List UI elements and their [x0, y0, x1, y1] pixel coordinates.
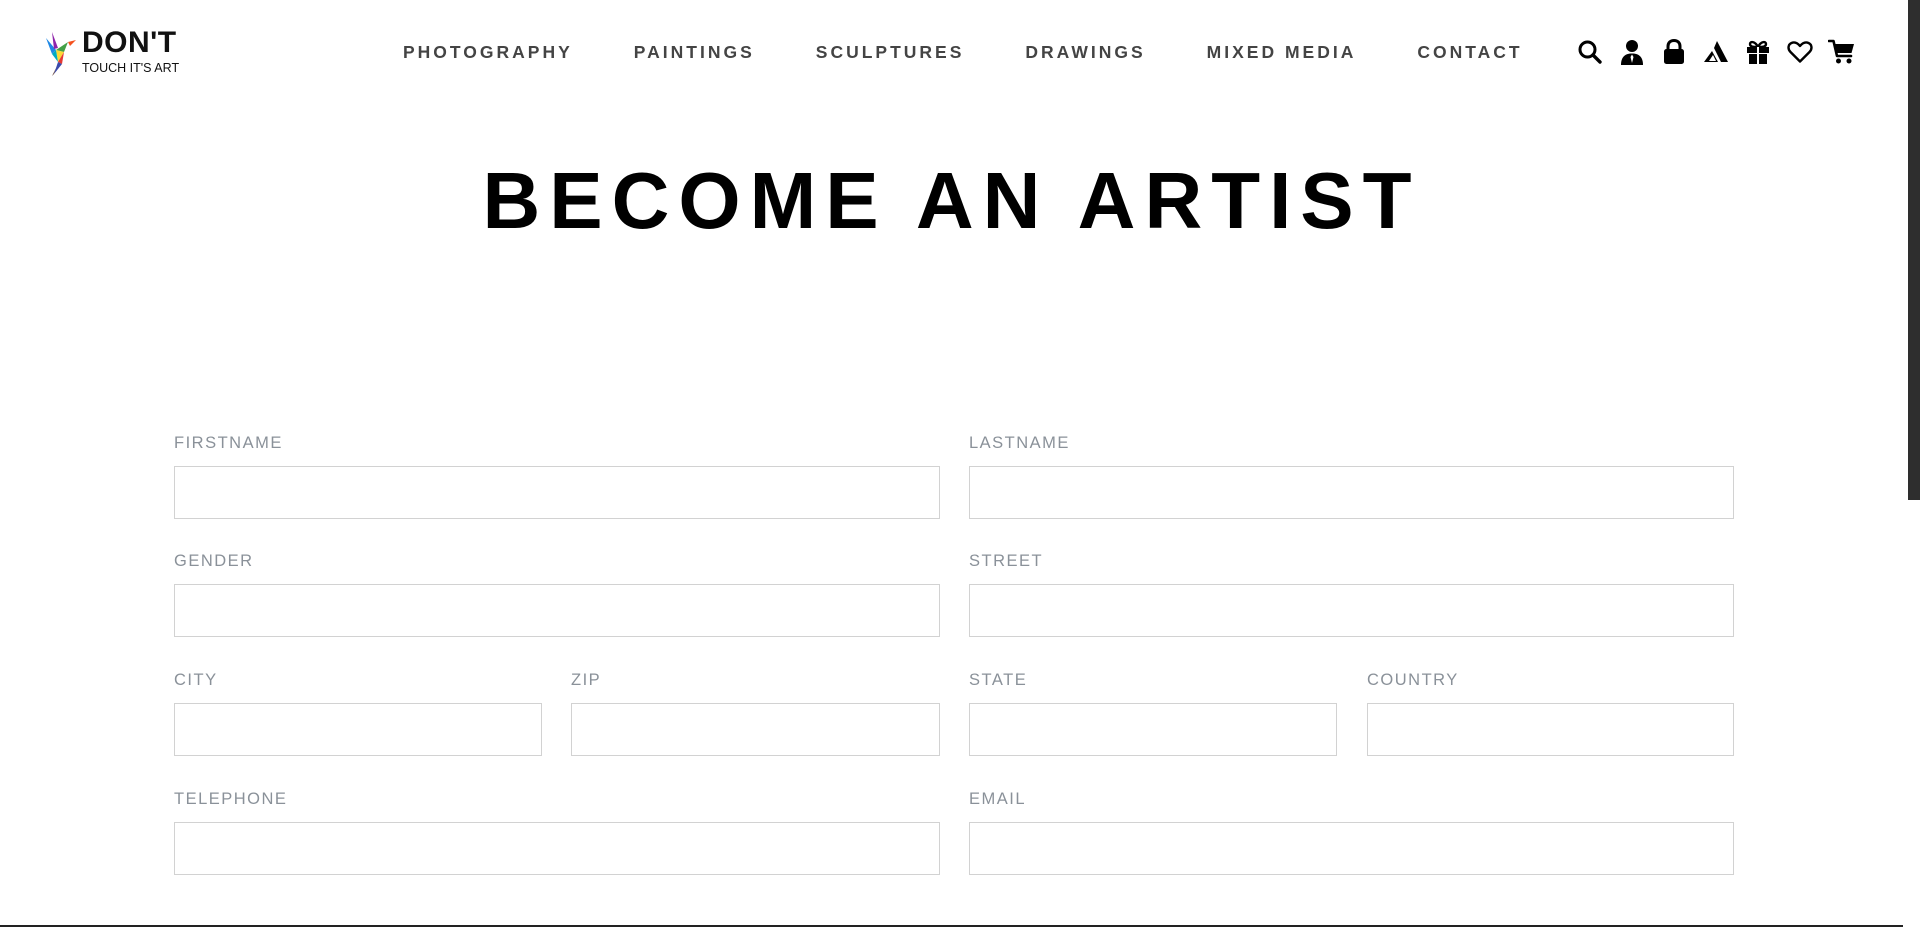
header-icons	[1576, 38, 1856, 66]
search-icon[interactable]	[1576, 38, 1604, 66]
site-header: DON'T TOUCH IT'S ART PHOTOGRAPHY PAINTIN…	[0, 0, 1903, 104]
nav-item-paintings[interactable]: PAINTINGS	[634, 42, 755, 62]
firstname-field-group: FIRSTNAME	[174, 433, 940, 519]
brand-title: DON'T	[82, 26, 177, 59]
city-input[interactable]	[174, 703, 542, 756]
gender-field-group: GENDER	[174, 551, 940, 637]
zip-label: ZIP	[571, 671, 602, 689]
zip-input[interactable]	[571, 703, 940, 756]
street-label: STREET	[969, 552, 1044, 570]
nav-item-sculptures[interactable]: SCULPTURES	[816, 42, 965, 62]
country-label: COUNTRY	[1367, 671, 1459, 689]
lastname-label: LASTNAME	[969, 434, 1070, 452]
email-label: EMAIL	[969, 790, 1027, 808]
gender-label: GENDER	[174, 552, 254, 570]
firstname-label: FIRSTNAME	[174, 434, 283, 452]
state-field-group: STATE	[969, 670, 1337, 756]
cart-icon[interactable]	[1828, 38, 1856, 66]
country-field-group: COUNTRY	[1367, 670, 1734, 756]
brand-text: DON'T TOUCH IT'S ART	[82, 28, 179, 76]
telephone-field-group: TELEPHONE	[174, 789, 940, 875]
zip-field-group: ZIP	[571, 670, 940, 756]
page: DON'T TOUCH IT'S ART PHOTOGRAPHY PAINTIN…	[0, 0, 1920, 927]
firstname-input[interactable]	[174, 466, 940, 519]
brand-logo[interactable]: DON'T TOUCH IT'S ART	[42, 28, 179, 78]
scrollbar-thumb[interactable]	[1908, 0, 1920, 500]
brand-subtitle: TOUCH IT'S ART	[82, 61, 180, 75]
page-title: BECOME AN ARTIST	[482, 156, 1421, 245]
page-scrollbar[interactable]	[1903, 0, 1920, 927]
main-nav: PHOTOGRAPHY PAINTINGS SCULPTURES DRAWING…	[403, 42, 1523, 62]
gender-input[interactable]	[174, 584, 940, 637]
lastname-input[interactable]	[969, 466, 1734, 519]
country-input[interactable]	[1367, 703, 1734, 756]
gift-icon[interactable]	[1744, 38, 1772, 66]
city-label: CITY	[174, 671, 218, 689]
street-input[interactable]	[969, 584, 1734, 637]
email-field-group: EMAIL	[969, 789, 1734, 875]
lastname-field-group: LASTNAME	[969, 433, 1734, 519]
state-label: STATE	[969, 671, 1028, 689]
street-field-group: STREET	[969, 551, 1734, 637]
nav-item-mixed-media[interactable]: MIXED MEDIA	[1207, 42, 1357, 62]
heart-icon[interactable]	[1786, 38, 1814, 66]
hummingbird-logo-icon	[46, 32, 76, 76]
telephone-label: TELEPHONE	[174, 790, 288, 808]
lock-icon[interactable]	[1660, 38, 1688, 66]
user-icon[interactable]	[1618, 38, 1646, 66]
nav-item-contact[interactable]: CONTACT	[1417, 42, 1522, 62]
state-input[interactable]	[969, 703, 1337, 756]
email-input[interactable]	[969, 822, 1734, 875]
telephone-input[interactable]	[174, 822, 940, 875]
artist-icon[interactable]	[1702, 38, 1730, 66]
nav-item-photography[interactable]: PHOTOGRAPHY	[403, 42, 573, 62]
nav-item-drawings[interactable]: DRAWINGS	[1025, 42, 1145, 62]
city-field-group: CITY	[174, 670, 542, 756]
